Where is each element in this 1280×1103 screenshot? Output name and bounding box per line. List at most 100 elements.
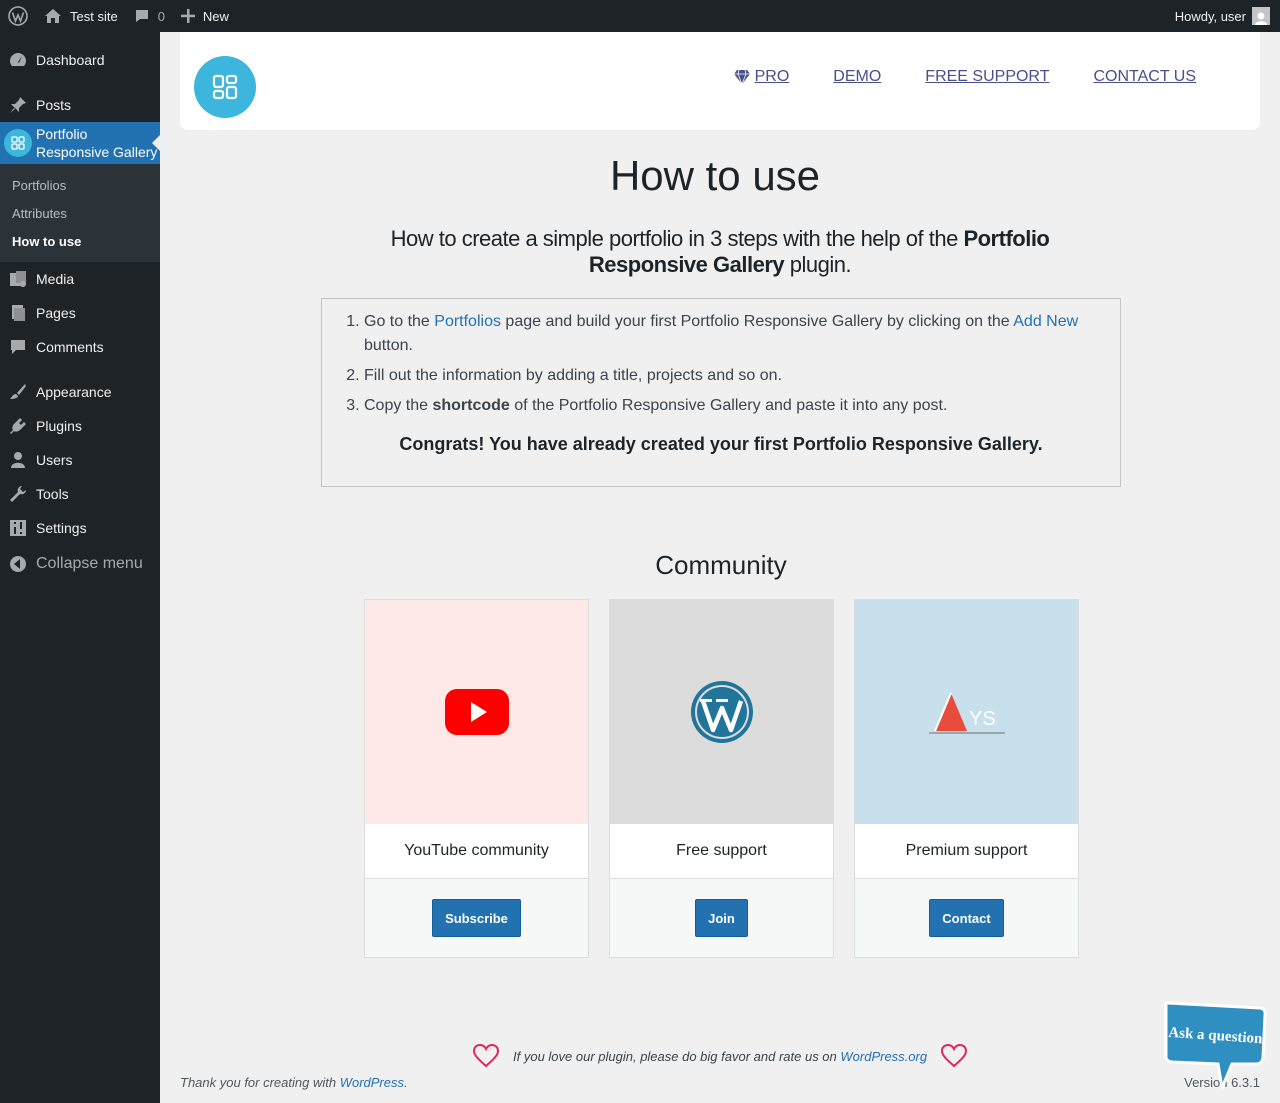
ays-logo-icon: YS: [855, 600, 1078, 824]
heart-icon: [473, 1044, 499, 1068]
my-account-link[interactable]: Howdy, user: [1167, 0, 1280, 32]
svg-text:YS: YS: [969, 708, 996, 730]
avatar: [1252, 7, 1270, 25]
current-indicator: [152, 135, 160, 151]
sidebar-item-label: Pages: [36, 305, 76, 321]
step-text: page and build your first Portfolio Resp…: [500, 313, 1014, 330]
youtube-icon: [365, 600, 588, 824]
sidebar-item-users[interactable]: Users: [0, 443, 160, 477]
card-youtube: YouTube community Subscribe: [364, 599, 589, 958]
sidebar-item-label: Tools: [36, 486, 69, 502]
collapse-menu-button[interactable]: Collapse menu: [0, 547, 160, 581]
community-title: Community: [655, 550, 787, 580]
sidebar-item-media[interactable]: Media: [0, 262, 160, 296]
diamond-icon: [733, 69, 751, 85]
step-text: button.: [364, 337, 413, 354]
comments-link[interactable]: 0: [126, 0, 173, 32]
card-footer: Subscribe: [365, 879, 588, 957]
sidebar-item-settings[interactable]: Settings: [0, 511, 160, 545]
brush-icon: [0, 382, 36, 402]
page-subtitle: How to create a simple portfolio in 3 st…: [340, 226, 1100, 278]
pro-label: PRO: [754, 68, 790, 85]
plugin-logo-icon: [194, 56, 256, 118]
wordpress-link[interactable]: WordPress: [340, 1075, 404, 1090]
pages-icon: [0, 303, 36, 323]
sidebar-item-comments[interactable]: Comments: [0, 330, 160, 364]
submenu-item-how-to-use[interactable]: How to use: [0, 227, 160, 255]
sidebar-item-label: Comments: [36, 339, 104, 355]
sidebar-item-label: Plugins: [36, 418, 82, 434]
submenu: Portfolios Attributes How to use: [0, 164, 160, 262]
step-text: Copy the: [364, 397, 433, 414]
portfolios-link[interactable]: Portfolios: [434, 313, 501, 330]
community-cards: YouTube community Subscribe Free support…: [364, 599, 1079, 958]
new-label: New: [202, 8, 229, 24]
steps-box: Go to the Portfolios page and build your…: [321, 298, 1121, 487]
free-support-link[interactable]: FREE SUPPORT: [925, 68, 1049, 86]
plus-icon: [180, 9, 195, 23]
plugin-header: PRO DEMO FREE SUPPORT CONTACT US: [180, 32, 1260, 130]
sidebar-item-pages[interactable]: Pages: [0, 296, 160, 330]
contact-us-link[interactable]: CONTACT US: [1093, 68, 1196, 86]
card-footer: Contact: [855, 879, 1078, 957]
wordpress-logo-icon: [610, 600, 833, 824]
steps-list: Go to the Portfolios page and build your…: [364, 310, 1100, 418]
footer-text: Thank you for creating with: [180, 1075, 340, 1090]
contact-button[interactable]: Contact: [929, 899, 1004, 937]
wordpress-org-link[interactable]: WordPress.org: [840, 1049, 927, 1064]
footer-period: .: [404, 1075, 408, 1090]
add-new-link[interactable]: Add New: [1013, 313, 1078, 330]
comment-icon: [0, 337, 36, 357]
sliders-icon: [0, 518, 36, 538]
rate-text: If you love our plugin, please do big fa…: [513, 1049, 927, 1064]
congrats-text: Congrats! You have already created your …: [399, 434, 1043, 454]
plug-icon: [0, 416, 36, 436]
step-text: Go to the: [364, 313, 435, 330]
admin-sidebar: Dashboard Posts Portfolio Responsive Gal…: [0, 32, 160, 1103]
pro-link[interactable]: PRO: [733, 68, 790, 86]
rate-text-body: If you love our plugin, please do big fa…: [513, 1048, 841, 1064]
admin-bar: Test site 0 New Howdy, user: [0, 0, 1280, 32]
subtitle-end: plugin.: [784, 252, 852, 277]
card-footer: Join: [610, 879, 833, 957]
home-icon: [44, 8, 62, 24]
heart-icon: [941, 1044, 968, 1068]
demo-link[interactable]: DEMO: [833, 68, 881, 86]
howdy-text: Howdy, user: [1174, 8, 1246, 24]
submenu-item-portfolios[interactable]: Portfolios: [0, 171, 160, 199]
new-content-link[interactable]: New: [173, 0, 237, 32]
grid-icon: [0, 129, 36, 157]
site-name: Test site: [70, 8, 118, 24]
header-links: PRO DEMO FREE SUPPORT CONTACT US: [733, 68, 1196, 86]
subscribe-button[interactable]: Subscribe: [432, 899, 521, 937]
comment-bubble-icon: [134, 8, 150, 24]
sidebar-item-tools[interactable]: Tools: [0, 477, 160, 511]
sidebar-item-label: Media: [36, 271, 75, 287]
footer-thanks: Thank you for creating with WordPress.: [180, 1075, 408, 1090]
shortcode-label: shortcode: [432, 397, 510, 414]
wordpress-logo-icon[interactable]: [0, 0, 36, 32]
collapse-label: Collapse menu: [36, 555, 143, 572]
sidebar-item-label: Dashboard: [36, 52, 105, 68]
sidebar-item-appearance[interactable]: Appearance: [0, 375, 160, 409]
card-title: Premium support: [855, 824, 1078, 879]
media-icon: [0, 269, 36, 289]
sidebar-item-posts[interactable]: Posts: [0, 88, 160, 122]
sidebar-item-dashboard[interactable]: Dashboard: [0, 43, 160, 77]
sidebar-item-label: Users: [36, 452, 73, 468]
comments-count: 0: [157, 8, 165, 24]
subtitle-text: How to create a simple portfolio in 3 st…: [390, 226, 964, 251]
wrench-icon: [0, 484, 36, 504]
collapse-arrow-icon: [0, 555, 36, 573]
main-content: PRO DEMO FREE SUPPORT CONTACT US How to …: [160, 32, 1280, 1103]
step-text: of the Portfolio Responsive Gallery and …: [509, 397, 948, 414]
submenu-item-attributes[interactable]: Attributes: [0, 199, 160, 227]
sidebar-item-portfolio-gallery[interactable]: Portfolio Responsive Gallery: [0, 122, 160, 164]
ask-question-widget[interactable]: Ask a question: [1160, 1000, 1270, 1094]
sidebar-item-label: Portfolio Responsive Gallery: [36, 126, 158, 160]
sidebar-item-label: Posts: [36, 97, 72, 113]
sidebar-item-plugins[interactable]: Plugins: [0, 409, 160, 443]
join-button[interactable]: Join: [695, 899, 748, 937]
site-name-link[interactable]: Test site: [36, 0, 126, 32]
sidebar-item-label: Appearance: [36, 384, 112, 400]
